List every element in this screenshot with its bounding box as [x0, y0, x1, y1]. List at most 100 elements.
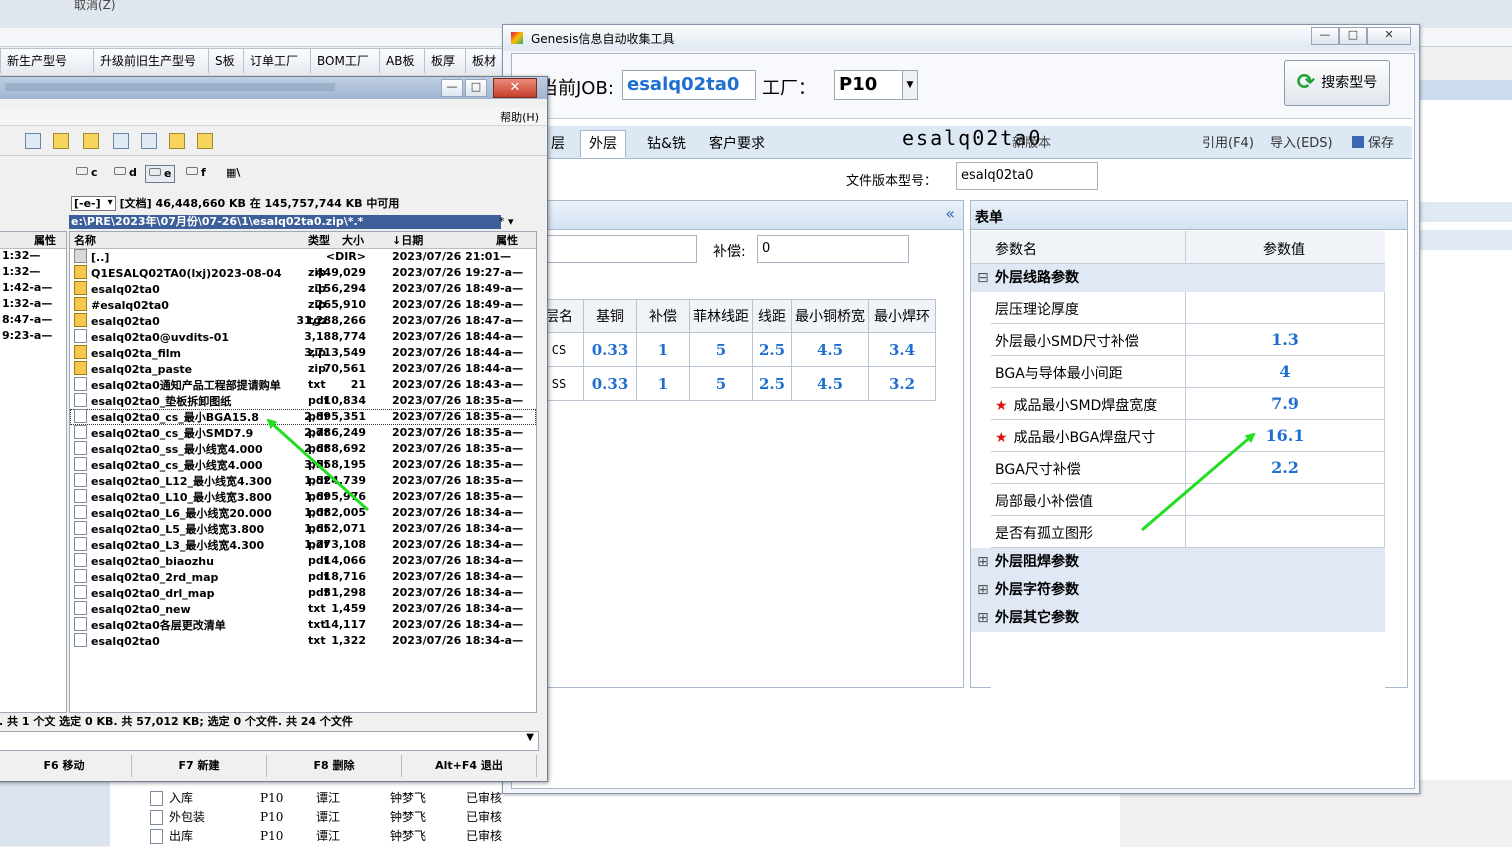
category-other[interactable]: ⊞ 外层其它参数 [971, 604, 1385, 632]
copper-input[interactable] [543, 235, 697, 263]
factory-select[interactable]: P10 ▼ [834, 70, 918, 100]
category-silkscreen[interactable]: ⊞ 外层字符参数 [971, 576, 1385, 604]
file-row[interactable]: esalq02ta0 txt 1,322 2023/07/26 18:34-a— [70, 633, 536, 649]
compensation-input[interactable]: 0 [757, 235, 909, 263]
menu-help[interactable]: 帮助(H) [500, 109, 539, 125]
chevron-down-icon[interactable]: ▼ [902, 71, 917, 99]
new-folder-button[interactable]: F7 新建 [132, 755, 267, 777]
table-row[interactable]: CS 0.33 1 5 2.5 4.5 3.4 [513, 332, 936, 367]
expand-plus-icon[interactable]: ⊞ [977, 604, 989, 632]
tree-row[interactable]: 出库 P10 谭江 钟梦飞 已审核 [150, 827, 502, 846]
chevron-down-icon[interactable]: ▼ [526, 732, 534, 743]
path-filter[interactable]: * ▾ [499, 215, 539, 229]
param-row[interactable]: 外层最小SMD尺寸补偿 1.3 [991, 324, 1385, 356]
film-spacing-cell[interactable]: 5 [689, 332, 753, 367]
file-row[interactable]: esalq02ta0_ss_最小线宽4.000 pdf 2,688,692 2023/… [70, 441, 536, 457]
spacing-cell[interactable]: 2.5 [752, 366, 792, 401]
file-row[interactable]: esalq02ta0各层更改清单 txt 14,117 2023/07/26 18:3… [70, 617, 536, 633]
tab-customer-requirements[interactable]: 客户要求 [700, 130, 774, 158]
param-row[interactable]: BGA尺寸补偿 2.2 [991, 452, 1385, 484]
file-row[interactable]: esalq02ta0_cs_最小线宽4.000 pdf 3,558,195 2023/… [70, 457, 536, 473]
file-row[interactable]: esalq02ta0_L12_最小线宽4.300 pdf 1,524,739 2023… [70, 473, 536, 489]
bg-tab[interactable]: BOM工厂 [310, 48, 380, 73]
file-row[interactable]: esalq02ta0通知产品工程部提请购单 txt 21 2023/07/26 18:… [70, 377, 536, 393]
list-item[interactable]: 1:42-a— [0, 281, 66, 297]
document-icon[interactable] [113, 133, 129, 149]
bg-tab[interactable]: 订单工厂 [243, 48, 311, 73]
drive-dropdown[interactable]: [-e-] [71, 196, 116, 211]
param-row[interactable]: 层压理论厚度 [991, 292, 1385, 324]
file-row[interactable]: esalq02ta0_drl_map pdf 31,298 2023/07/26 18… [70, 585, 536, 601]
folder-icon[interactable] [83, 133, 99, 149]
expand-plus-icon[interactable]: ⊞ [977, 576, 989, 604]
list-item[interactable]: 1:32-a— [0, 297, 66, 313]
reference-button[interactable]: 引用(F4) [1202, 132, 1254, 151]
file-row[interactable]: Q1ESALQ02TA0(lxj)2023-08-04 zip 449,029 202… [70, 265, 536, 281]
tree-row[interactable]: 入库 P10 谭江 钟梦飞 已审核 [150, 789, 502, 808]
param-value[interactable] [1185, 292, 1385, 323]
save-button[interactable]: 保存 [1352, 132, 1394, 151]
tab-outer-layer[interactable]: 外层 [580, 130, 626, 158]
file-row[interactable]: esalq02ta0@uvdits-01 3,188,774 2023/07/26 … [70, 329, 536, 345]
network-drive-button[interactable]: ▦\ [223, 165, 243, 181]
file-row[interactable]: esalq02ta0 tgz 31,288,266 2023/07/26 18:47-… [70, 313, 536, 329]
col-film-spacing[interactable]: 菲林线距 [689, 299, 753, 333]
drive-button[interactable]: c [73, 165, 101, 181]
document-icon[interactable] [25, 133, 41, 149]
collapse-minus-icon[interactable]: ⊟ [977, 264, 989, 292]
col-compensation[interactable]: 补偿 [636, 299, 690, 333]
document-icon[interactable] [141, 133, 157, 149]
param-value[interactable]: 7.9 [1185, 388, 1385, 419]
compensation-cell[interactable]: 1 [636, 366, 690, 401]
param-row[interactable]: 是否有孤立图形 [991, 516, 1385, 548]
expand-plus-icon[interactable]: ⊞ [977, 548, 989, 576]
file-row[interactable]: esalq02ta0_cs_最小BGA15.8 pdf 2,895,351 2023/… [70, 409, 536, 425]
bg-tab[interactable]: AB板 [379, 48, 425, 73]
drive-button[interactable]: d [111, 165, 140, 181]
category-solder-mask[interactable]: ⊞ 外层阻焊参数 [971, 548, 1385, 576]
file-row[interactable]: esalq02ta0 zip 156,294 2023/07/26 18:49-a— [70, 281, 536, 297]
col-name[interactable]: 名称 [74, 232, 96, 248]
file-row[interactable]: esalq02ta_paste zip 70,561 2023/07/26 18:44… [70, 361, 536, 377]
file-row[interactable]: esalq02ta0_垫板拆卸图纸 pdf 10,834 2023/07/26 18:… [70, 393, 536, 409]
param-row[interactable]: ★ 成品最小SMD焊盘宽度 7.9 [991, 388, 1385, 420]
param-value[interactable]: 1.3 [1185, 324, 1385, 355]
search-model-button[interactable]: ⟳ 搜索型号 [1284, 60, 1390, 106]
drive-button-selected[interactable]: e [145, 165, 176, 183]
param-row[interactable]: ★ 成品最小BGA焊盘尺寸 16.1 [991, 420, 1385, 452]
list-item[interactable]: 1:32— [0, 265, 66, 281]
maximize-button[interactable]: □ [1339, 27, 1367, 45]
copper-bridge-cell[interactable]: 4.5 [791, 332, 869, 367]
bg-tab[interactable]: 板厚 [424, 48, 466, 73]
tree-row[interactable]: 外包装 P10 谭江 钟梦飞 已审核 [150, 808, 502, 827]
version-input[interactable]: esalq02ta0 [956, 162, 1098, 190]
list-item[interactable]: 8:47-a— [0, 313, 66, 329]
col-date[interactable]: ↓日期 [392, 232, 423, 248]
param-value[interactable]: 4 [1185, 356, 1385, 387]
drive-button[interactable]: f [183, 165, 209, 181]
list-item[interactable]: 9:23-a— [0, 329, 66, 345]
film-spacing-cell[interactable]: 5 [689, 366, 753, 401]
close-button[interactable]: ✕ [493, 78, 537, 98]
ring-cell[interactable]: 3.2 [868, 366, 936, 401]
param-value[interactable] [1185, 516, 1385, 547]
table-row[interactable]: SS 0.33 1 5 2.5 4.5 3.2 [513, 366, 936, 401]
param-row[interactable]: 局部最小补偿值 [991, 484, 1385, 516]
base-copper-cell[interactable]: 0.33 [583, 332, 637, 367]
move-button[interactable]: F6 移动 [0, 755, 132, 777]
command-line[interactable]: ▼ [0, 731, 539, 751]
col-min-copper-bridge[interactable]: 最小铜桥宽 [791, 299, 869, 333]
collapse-icon[interactable]: « [945, 204, 955, 223]
minimize-button[interactable]: — [441, 79, 463, 97]
copper-bridge-cell[interactable]: 4.5 [791, 366, 869, 401]
param-value[interactable]: 16.1 [1185, 420, 1385, 451]
cancel-menu-label[interactable]: 取消(Z) [74, 0, 116, 13]
bg-tab[interactable]: 新生产型号 [0, 48, 94, 73]
file-row[interactable]: esalq02ta0_L6_最小线宽20.000 pdf 1,082,005 2023… [70, 505, 536, 521]
ring-cell[interactable]: 3.4 [868, 332, 936, 367]
bg-tab[interactable]: 板材 [465, 48, 507, 73]
tab-drill-mill[interactable]: 钻&铣 [638, 130, 695, 158]
col-size[interactable]: 大小 [342, 232, 364, 248]
file-row[interactable]: esalq02ta0_cs_最小SMD7.9 pdf 2,786,249 2023/0… [70, 425, 536, 441]
bg-tab[interactable]: 升级前旧生产型号 [93, 48, 209, 73]
